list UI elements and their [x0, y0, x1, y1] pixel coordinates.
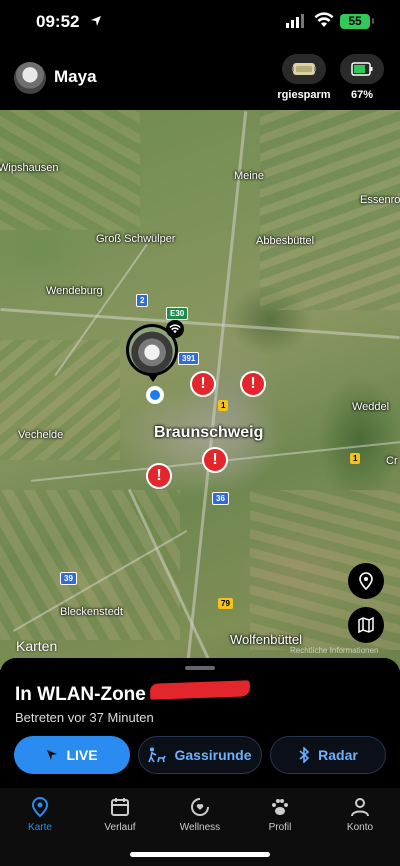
tracker-device-button[interactable] — [282, 54, 326, 84]
sheet-grabber[interactable] — [185, 666, 215, 670]
cellular-signal-icon — [286, 14, 304, 28]
calendar-icon — [111, 798, 129, 816]
city-label: Braunschweig — [154, 424, 264, 441]
tab-label: Konto — [346, 822, 374, 833]
wellness-icon — [191, 798, 209, 816]
location-dot-core — [150, 390, 160, 400]
tracker-icon — [292, 63, 316, 75]
map-road — [0, 308, 400, 339]
alert-marker[interactable]: ! — [190, 371, 216, 397]
road-shield: 1 — [350, 453, 361, 464]
road-shield: 79 — [218, 598, 233, 609]
bluetooth-icon — [299, 747, 310, 763]
live-button[interactable]: LIVE — [14, 736, 130, 774]
wifi-icon — [169, 324, 181, 334]
status-bar: 09:52 55 — [0, 0, 400, 48]
status-time: 09:52 — [36, 12, 80, 31]
place-label: Weddel — [352, 401, 390, 413]
location-arrow-icon — [91, 16, 101, 26]
place-label: Bleckenstedt — [60, 606, 123, 618]
pet-name[interactable]: Maya — [54, 67, 97, 87]
road-shield: E30 — [166, 307, 189, 320]
home-indicator — [130, 852, 270, 857]
tab-konto[interactable]: Konto — [325, 796, 395, 833]
current-location-dot — [146, 386, 164, 404]
location-pin-icon — [31, 796, 49, 818]
radar-button[interactable]: Radar — [270, 736, 386, 774]
battery-device-button[interactable] — [340, 54, 384, 84]
map-fields — [0, 340, 120, 460]
alert-marker[interactable]: ! — [202, 447, 228, 473]
zone-subtitle: Betreten vor 37 Minuten — [15, 710, 154, 725]
road-shield: 36 — [212, 492, 229, 505]
walk-button[interactable]: Gassirunde — [138, 736, 262, 774]
map-attribution: Karten — [16, 638, 57, 654]
place-label: Essenro — [360, 194, 400, 206]
road-shield: 2 — [136, 294, 149, 307]
place-label: Wipshausen — [0, 162, 59, 174]
recenter-button[interactable] — [348, 563, 384, 599]
map-icon — [358, 617, 374, 633]
road-shield: 391 — [178, 352, 200, 365]
wifi-icon — [314, 12, 334, 27]
road-shield: 39 — [60, 572, 77, 585]
place-label: Meine — [234, 170, 264, 182]
map-attribution-text: Karten — [16, 638, 58, 654]
walk-label: Gassirunde — [174, 747, 252, 763]
map-fields — [260, 110, 400, 310]
legal-link[interactable]: Rechtliche Informationen — [290, 646, 379, 655]
place-label: Wendeburg — [46, 285, 103, 297]
zone-title: In WLAN-Zone — [15, 684, 146, 705]
map-style-button[interactable] — [348, 607, 384, 643]
wifi-zone-badge — [166, 320, 184, 338]
road-shield: 1 — [218, 400, 229, 411]
tab-profil[interactable]: Profil — [245, 796, 315, 833]
status-sheet: In WLAN-Zone Betreten vor 37 Minuten LIV… — [0, 658, 400, 788]
place-label: Vechelde — [18, 429, 64, 441]
tab-karte[interactable]: Karte — [5, 796, 75, 833]
tab-label: Verlauf — [104, 822, 136, 833]
battery-icon — [351, 62, 373, 76]
dog-walk-icon — [148, 747, 167, 763]
redaction-mark — [149, 680, 251, 700]
tab-label: Wellness — [179, 822, 221, 833]
person-icon — [351, 798, 369, 817]
tab-verlauf[interactable]: Verlauf — [85, 796, 155, 833]
tab-label: Profil — [268, 822, 292, 833]
place-label: Wolfenbüttel — [230, 632, 303, 647]
radar-label: Radar — [318, 747, 358, 763]
location-pin-icon — [359, 572, 373, 590]
alert-marker[interactable]: ! — [146, 463, 172, 489]
alert-marker[interactable]: ! — [240, 371, 266, 397]
place-label: Cr — [386, 455, 398, 467]
live-label: LIVE — [66, 747, 98, 763]
battery-nub — [372, 18, 374, 24]
cursor-arrow-icon — [47, 750, 58, 760]
pet-avatar[interactable] — [14, 62, 46, 94]
tab-label: Karte — [28, 822, 52, 833]
place-label: Groß Schwülper — [96, 233, 176, 245]
map-view[interactable]: Wipshausen Meine Essenro Groß Schwülper … — [0, 110, 400, 670]
battery-indicator: 55 — [340, 14, 370, 29]
battery-percent-label: 67% — [350, 89, 374, 101]
app-header: Maya rgiesparm 67% — [0, 48, 400, 110]
tab-wellness[interactable]: Wellness — [165, 796, 235, 833]
place-label: Abbesbüttel — [256, 235, 315, 247]
paw-icon — [272, 799, 288, 815]
tracker-label: rgiesparm — [277, 89, 331, 101]
